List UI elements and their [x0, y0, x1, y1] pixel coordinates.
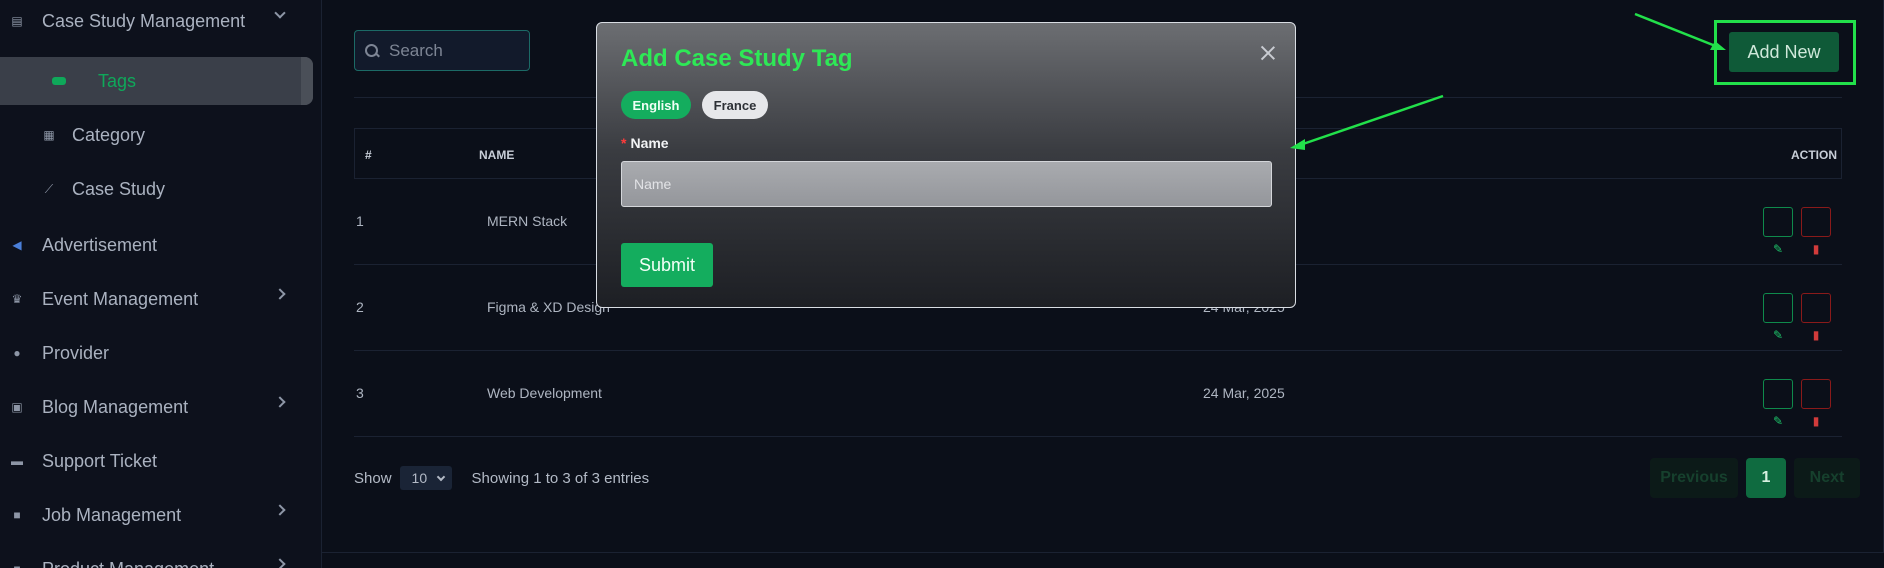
annotation-arrows: [1290, 12, 1726, 150]
arrow-to-modal: [1299, 94, 1444, 147]
arrow-head: [1290, 139, 1305, 150]
arrow-to-add-new: [1634, 12, 1719, 49]
